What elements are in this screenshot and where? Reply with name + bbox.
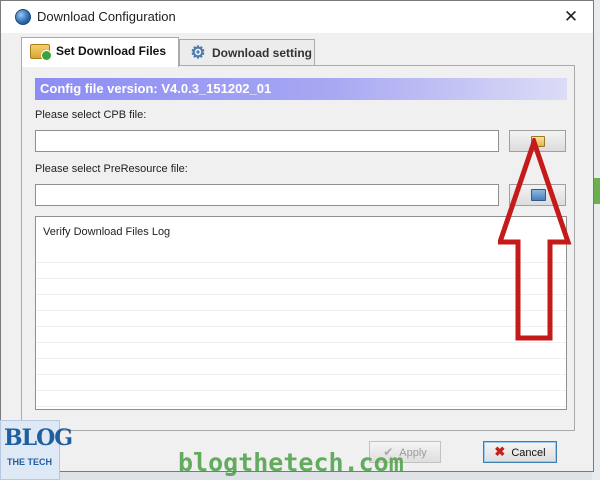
tab-label: Set Download Files: [56, 44, 167, 58]
red-arrow-annotation: [498, 138, 572, 341]
title-bar[interactable]: Download Configuration ✕: [1, 1, 593, 33]
blog-the-tech-logo: BLOG THE TECH: [0, 420, 73, 480]
gears-icon: ⚙: [190, 43, 206, 62]
preresource-file-input[interactable]: [35, 184, 499, 206]
tab-label: Download setting: [212, 46, 312, 60]
config-version-banner: Config file version: V4.0.3_151202_01: [35, 78, 567, 100]
cpb-file-input[interactable]: [35, 130, 499, 152]
tab-download-setting[interactable]: ⚙ Download setting: [179, 39, 315, 65]
cancel-button[interactable]: ✖ Cancel: [483, 441, 557, 463]
cancel-x-icon: ✖: [494, 444, 506, 459]
folder-add-icon: [30, 44, 52, 61]
cpb-file-label: Please select CPB file:: [35, 109, 147, 121]
background-green-tab: [594, 178, 600, 204]
cancel-label: Cancel: [511, 447, 546, 459]
close-icon[interactable]: ✕: [557, 5, 585, 29]
preresource-file-label: Please select PreResource file:: [35, 163, 188, 175]
tab-set-download-files[interactable]: Set Download Files: [21, 37, 179, 67]
set-download-files-panel: Config file version: V4.0.3_151202_01 Pl…: [21, 65, 575, 431]
log-lines: [36, 247, 566, 409]
logo-text-sub: THE TECH: [7, 457, 52, 467]
log-title: Verify Download Files Log: [43, 226, 171, 238]
logo-text-main: BLOG: [4, 425, 73, 451]
red-arrow-shape: [498, 138, 572, 341]
globe-app-icon: [15, 9, 31, 25]
site-watermark: blogthetech.com: [178, 448, 404, 477]
verify-log-box[interactable]: Verify Download Files Log: [35, 216, 567, 410]
window-title: Download Configuration: [37, 9, 176, 24]
